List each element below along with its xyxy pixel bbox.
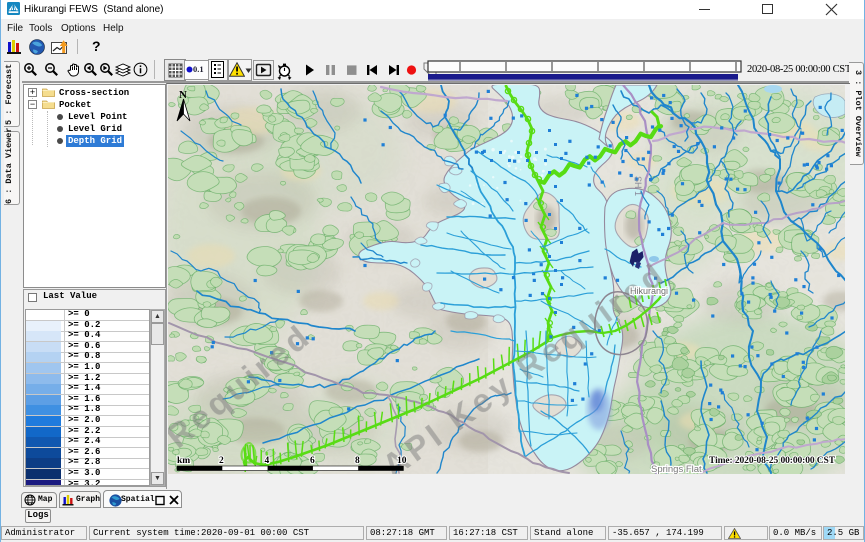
svg-text:N: N [179,89,187,101]
svg-text:Springs Flat: Springs Flat [651,464,702,474]
svg-text:10: 10 [397,456,407,466]
svg-text:Time: 2020-08-25 00:00:00 CST: Time: 2020-08-25 00:00:00 CST [709,456,836,466]
svg-text:4: 4 [265,456,270,466]
svg-text:6: 6 [310,456,315,466]
svg-text:km: km [177,456,190,466]
svg-text:Hikurangi: Hikurangi [630,286,668,296]
svg-text:8: 8 [355,456,360,466]
svg-text:2: 2 [219,456,224,466]
svg-text:SH 1: SH 1 [633,176,643,196]
